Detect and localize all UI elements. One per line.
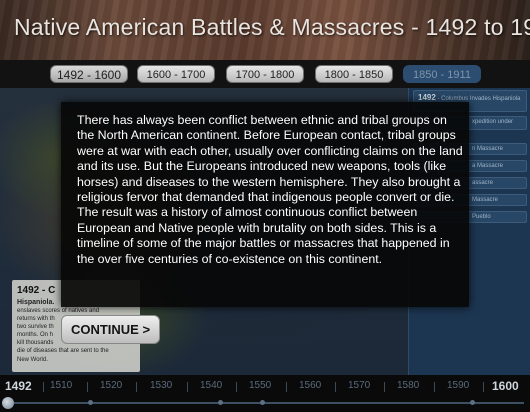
timeline-tick[interactable]: 1590	[447, 380, 469, 391]
era-tab-bar: 1492 - 1600 1600 - 1700 1700 - 1800 1800…	[0, 60, 530, 88]
timeline-separator	[136, 382, 137, 392]
timeline-separator	[384, 382, 385, 392]
sidebar-item-label: xpedition under	[472, 119, 514, 125]
timeline-tick[interactable]: 1540	[200, 380, 222, 391]
timeline-start-label: 1492	[5, 379, 32, 393]
intro-modal: There has always been conflict between e…	[61, 102, 469, 307]
page-title: Native American Battles & Massacres - 14…	[14, 14, 530, 40]
tab-1492-1600[interactable]: 1492 - 1600	[50, 65, 128, 83]
tab-1700-1800[interactable]: 1700 - 1800	[226, 65, 304, 83]
sidebar-item-label: n Massacre	[472, 146, 504, 152]
event-marker[interactable]	[470, 400, 475, 405]
timeline-separator	[87, 382, 88, 392]
timeline-tick[interactable]: 1510	[50, 380, 72, 391]
timeline-tick[interactable]: 1520	[100, 380, 122, 391]
tab-1850-1911[interactable]: 1850 - 1911	[403, 65, 481, 83]
timeline-tick[interactable]: 1560	[299, 380, 321, 391]
event-marker[interactable]	[88, 400, 93, 405]
timeline-separator	[187, 382, 188, 392]
continue-button[interactable]: CONTINUE >	[61, 315, 160, 344]
header-banner: Native American Battles & Massacres - 14…	[0, 0, 530, 60]
timeline-separator	[434, 382, 435, 392]
event-line: enslaves scores of natives and	[17, 307, 100, 314]
event-line: New World.	[17, 356, 48, 363]
sidebar-item-year: 1492	[418, 93, 436, 102]
timeline-separator	[483, 382, 484, 392]
timeline-tick[interactable]: 1580	[397, 380, 419, 391]
sidebar-item-label: Pueblo	[472, 214, 491, 220]
timeline-track[interactable]	[6, 402, 524, 404]
intro-text: There has always been conflict between e…	[77, 113, 463, 266]
timeline-separator	[236, 382, 237, 392]
sidebar-item-label: assacre	[472, 180, 494, 186]
timeline-separator	[335, 382, 336, 392]
timeline-tick[interactable]: 1570	[348, 380, 370, 391]
timeline-tick[interactable]: 1550	[249, 380, 271, 391]
timeline-separator	[43, 382, 44, 392]
tab-1800-1850[interactable]: 1800 - 1850	[315, 65, 393, 83]
tab-1600-1700[interactable]: 1600 - 1700	[137, 65, 215, 83]
timeline-slider-handle[interactable]	[2, 397, 14, 409]
event-marker[interactable]	[260, 400, 265, 405]
timeline-end-label: 1600	[492, 379, 519, 393]
timeline-separator	[286, 382, 287, 392]
timeline-tick[interactable]: 1530	[150, 380, 172, 391]
event-marker[interactable]	[218, 400, 223, 405]
event-line: die of diseases that are sent to the	[17, 348, 109, 355]
sidebar-item-label: a Massacre	[472, 163, 504, 169]
timeline-bar: 1492 1510 1520 1530 1540 1550 1560 1570 …	[0, 375, 530, 412]
sidebar-item-label: Massacre	[472, 197, 499, 203]
